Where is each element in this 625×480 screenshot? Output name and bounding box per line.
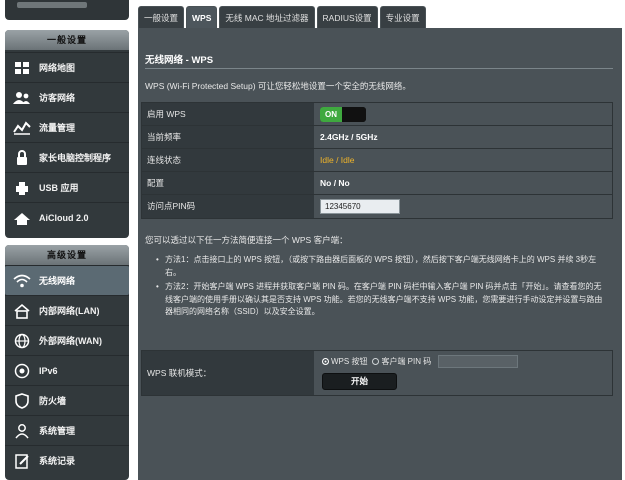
sidebar-item-label: 系统记录 xyxy=(39,456,76,466)
wps-mode-label: WPS 联机模式： xyxy=(142,351,314,395)
page-description: WPS (Wi-Fi Protected Setup) 可让您轻松地设置一个安全… xyxy=(145,81,411,91)
sidebar-item-label: 流量管理 xyxy=(39,123,76,133)
advanced-settings-header: 高级设置 xyxy=(5,245,129,265)
tab-bar: 一般设置 WPS 无线 MAC 地址过滤器 RADIUS设置 专业设置 xyxy=(138,6,426,28)
client-pin-radio[interactable] xyxy=(372,358,380,365)
title-divider xyxy=(145,68,613,69)
tab-wireless-mac-filter[interactable]: 无线 MAC 地址过滤器 xyxy=(219,6,315,28)
sidebar-item-label: 内部网络(LAN) xyxy=(39,306,100,316)
enable-wps-toggle[interactable]: ON xyxy=(320,106,366,122)
sidebar-item-label: AiCloud 2.0 xyxy=(39,212,89,223)
instructions-list: 方法1：点击接口上的 WPS 按钮，（或按下路由器后面板的 WPS 按钮），然后… xyxy=(156,254,606,321)
settings-row-frequency: 当前频率 2.4GHz / 5GHz xyxy=(142,126,612,149)
settings-row-ap-pin: 访问点PIN码 xyxy=(142,195,612,218)
wan-icon xyxy=(11,330,33,352)
wps-button-radio[interactable] xyxy=(322,358,329,365)
wps-settings-table: 启用 WPS ON 当前频率 2.4GHz / 5GHz 连线状态 Idle /… xyxy=(141,102,613,219)
sidebar-item-label: 家长电脑控制程序 xyxy=(39,153,112,163)
sidebar-item-administration[interactable]: 系统管理 xyxy=(5,415,129,445)
wps-mode-table: WPS 联机模式： WPS 按钮 客户端 PIN 码 开始 xyxy=(141,350,613,396)
sidebar-item-label: 无线网络 xyxy=(39,276,76,286)
frequency-value: 2.4GHz / 5GHz xyxy=(314,126,612,148)
sidebar-item-network-map[interactable]: 网络地图 xyxy=(5,52,129,82)
sidebar-top-cap xyxy=(5,0,129,20)
tab-professional[interactable]: 专业设置 xyxy=(379,6,426,28)
instruction-method-2: 方法2：开始客户端 WPS 进程并获取客户端 PIN 码。在客户端 PIN 码栏… xyxy=(156,281,606,319)
sidebar-item-label: 防火墙 xyxy=(39,396,67,406)
usb-application-icon xyxy=(11,177,33,199)
configured-label: 配置 xyxy=(142,172,314,194)
sidebar-item-aicloud[interactable]: AiCloud 2.0 xyxy=(5,202,129,232)
connection-status-label: 连线状态 xyxy=(142,149,314,171)
advanced-settings-section: 高级设置 无线网络 内部网络(LAN) 外部网络(WAN) IPv6 防火墙 系… xyxy=(5,245,129,480)
sidebar-item-wan[interactable]: 外部网络(WAN) xyxy=(5,325,129,355)
wps-mode-options: WPS 按钮 客户端 PIN 码 xyxy=(322,354,612,369)
ap-pin-field[interactable] xyxy=(320,199,400,214)
sidebar-item-label: 系统管理 xyxy=(39,426,76,436)
tab-general[interactable]: 一般设置 xyxy=(138,6,185,28)
main-panel: 无线网络 - WPS WPS (Wi-Fi Protected Setup) 可… xyxy=(138,28,622,480)
toggle-on-label: ON xyxy=(320,106,342,122)
sidebar-item-firewall[interactable]: 防火墙 xyxy=(5,385,129,415)
tab-radius-setting[interactable]: RADIUS设置 xyxy=(316,6,378,28)
instruction-method-1: 方法1：点击接口上的 WPS 按钮，（或按下路由器后面板的 WPS 按钮），然后… xyxy=(156,254,606,279)
configured-value: No / No xyxy=(314,172,612,194)
network-map-icon xyxy=(11,57,33,79)
lan-icon xyxy=(11,300,33,322)
sidebar: 一般设置 网络地图 访客网络 流量管理 家长电脑控制程序 USB 应用 AiCl… xyxy=(5,0,129,480)
connection-status-value: Idle / Idle xyxy=(314,149,612,171)
guest-network-icon xyxy=(11,87,33,109)
parental-control-icon xyxy=(11,147,33,169)
wps-button-option-label[interactable]: WPS 按钮 xyxy=(331,356,367,367)
sidebar-item-label: 访客网络 xyxy=(39,93,76,103)
settings-row-enable-wps: 启用 WPS ON xyxy=(142,103,612,126)
wireless-icon xyxy=(11,270,33,292)
sidebar-item-wireless[interactable]: 无线网络 xyxy=(5,265,129,295)
toggle-knob xyxy=(342,106,366,122)
firewall-icon xyxy=(11,390,33,412)
sidebar-item-label: 网络地图 xyxy=(39,63,76,73)
sidebar-item-label: 外部网络(WAN) xyxy=(39,336,102,346)
start-button[interactable]: 开始 xyxy=(322,373,397,390)
frequency-label: 当前频率 xyxy=(142,126,314,148)
sidebar-item-usb-application[interactable]: USB 应用 xyxy=(5,172,129,202)
system-log-icon xyxy=(11,450,33,472)
traffic-manager-icon xyxy=(11,117,33,139)
sidebar-item-guest-network[interactable]: 访客网络 xyxy=(5,82,129,112)
client-pin-input[interactable] xyxy=(438,355,519,368)
sidebar-item-parental-control[interactable]: 家长电脑控制程序 xyxy=(5,142,129,172)
enable-wps-label: 启用 WPS xyxy=(142,103,314,125)
page-title: 无线网络 - WPS xyxy=(145,55,214,66)
ipv6-icon xyxy=(11,360,33,382)
sidebar-item-system-log[interactable]: 系统记录 xyxy=(5,445,129,475)
client-pin-option-label[interactable]: 客户端 PIN 码 xyxy=(381,356,431,367)
sidebar-item-label: IPv6 xyxy=(39,365,58,376)
tab-wps[interactable]: WPS xyxy=(186,6,218,28)
sidebar-item-ipv6[interactable]: IPv6 xyxy=(5,355,129,385)
aicloud-icon xyxy=(11,207,33,229)
sidebar-item-traffic-manager[interactable]: 流量管理 xyxy=(5,112,129,142)
settings-row-configured: 配置 No / No xyxy=(142,172,612,195)
settings-row-connection-status: 连线状态 Idle / Idle xyxy=(142,149,612,172)
sidebar-item-label: USB 应用 xyxy=(39,183,79,193)
administration-icon xyxy=(11,420,33,442)
general-settings-section: 一般设置 网络地图 访客网络 流量管理 家长电脑控制程序 USB 应用 AiCl… xyxy=(5,30,129,238)
instructions-intro: 您可以透过以下任一方法简便连接一个 WPS 客户端： xyxy=(145,235,348,245)
ap-pin-label: 访问点PIN码 xyxy=(142,195,314,218)
general-settings-header: 一般设置 xyxy=(5,30,129,50)
sidebar-item-lan[interactable]: 内部网络(LAN) xyxy=(5,295,129,325)
